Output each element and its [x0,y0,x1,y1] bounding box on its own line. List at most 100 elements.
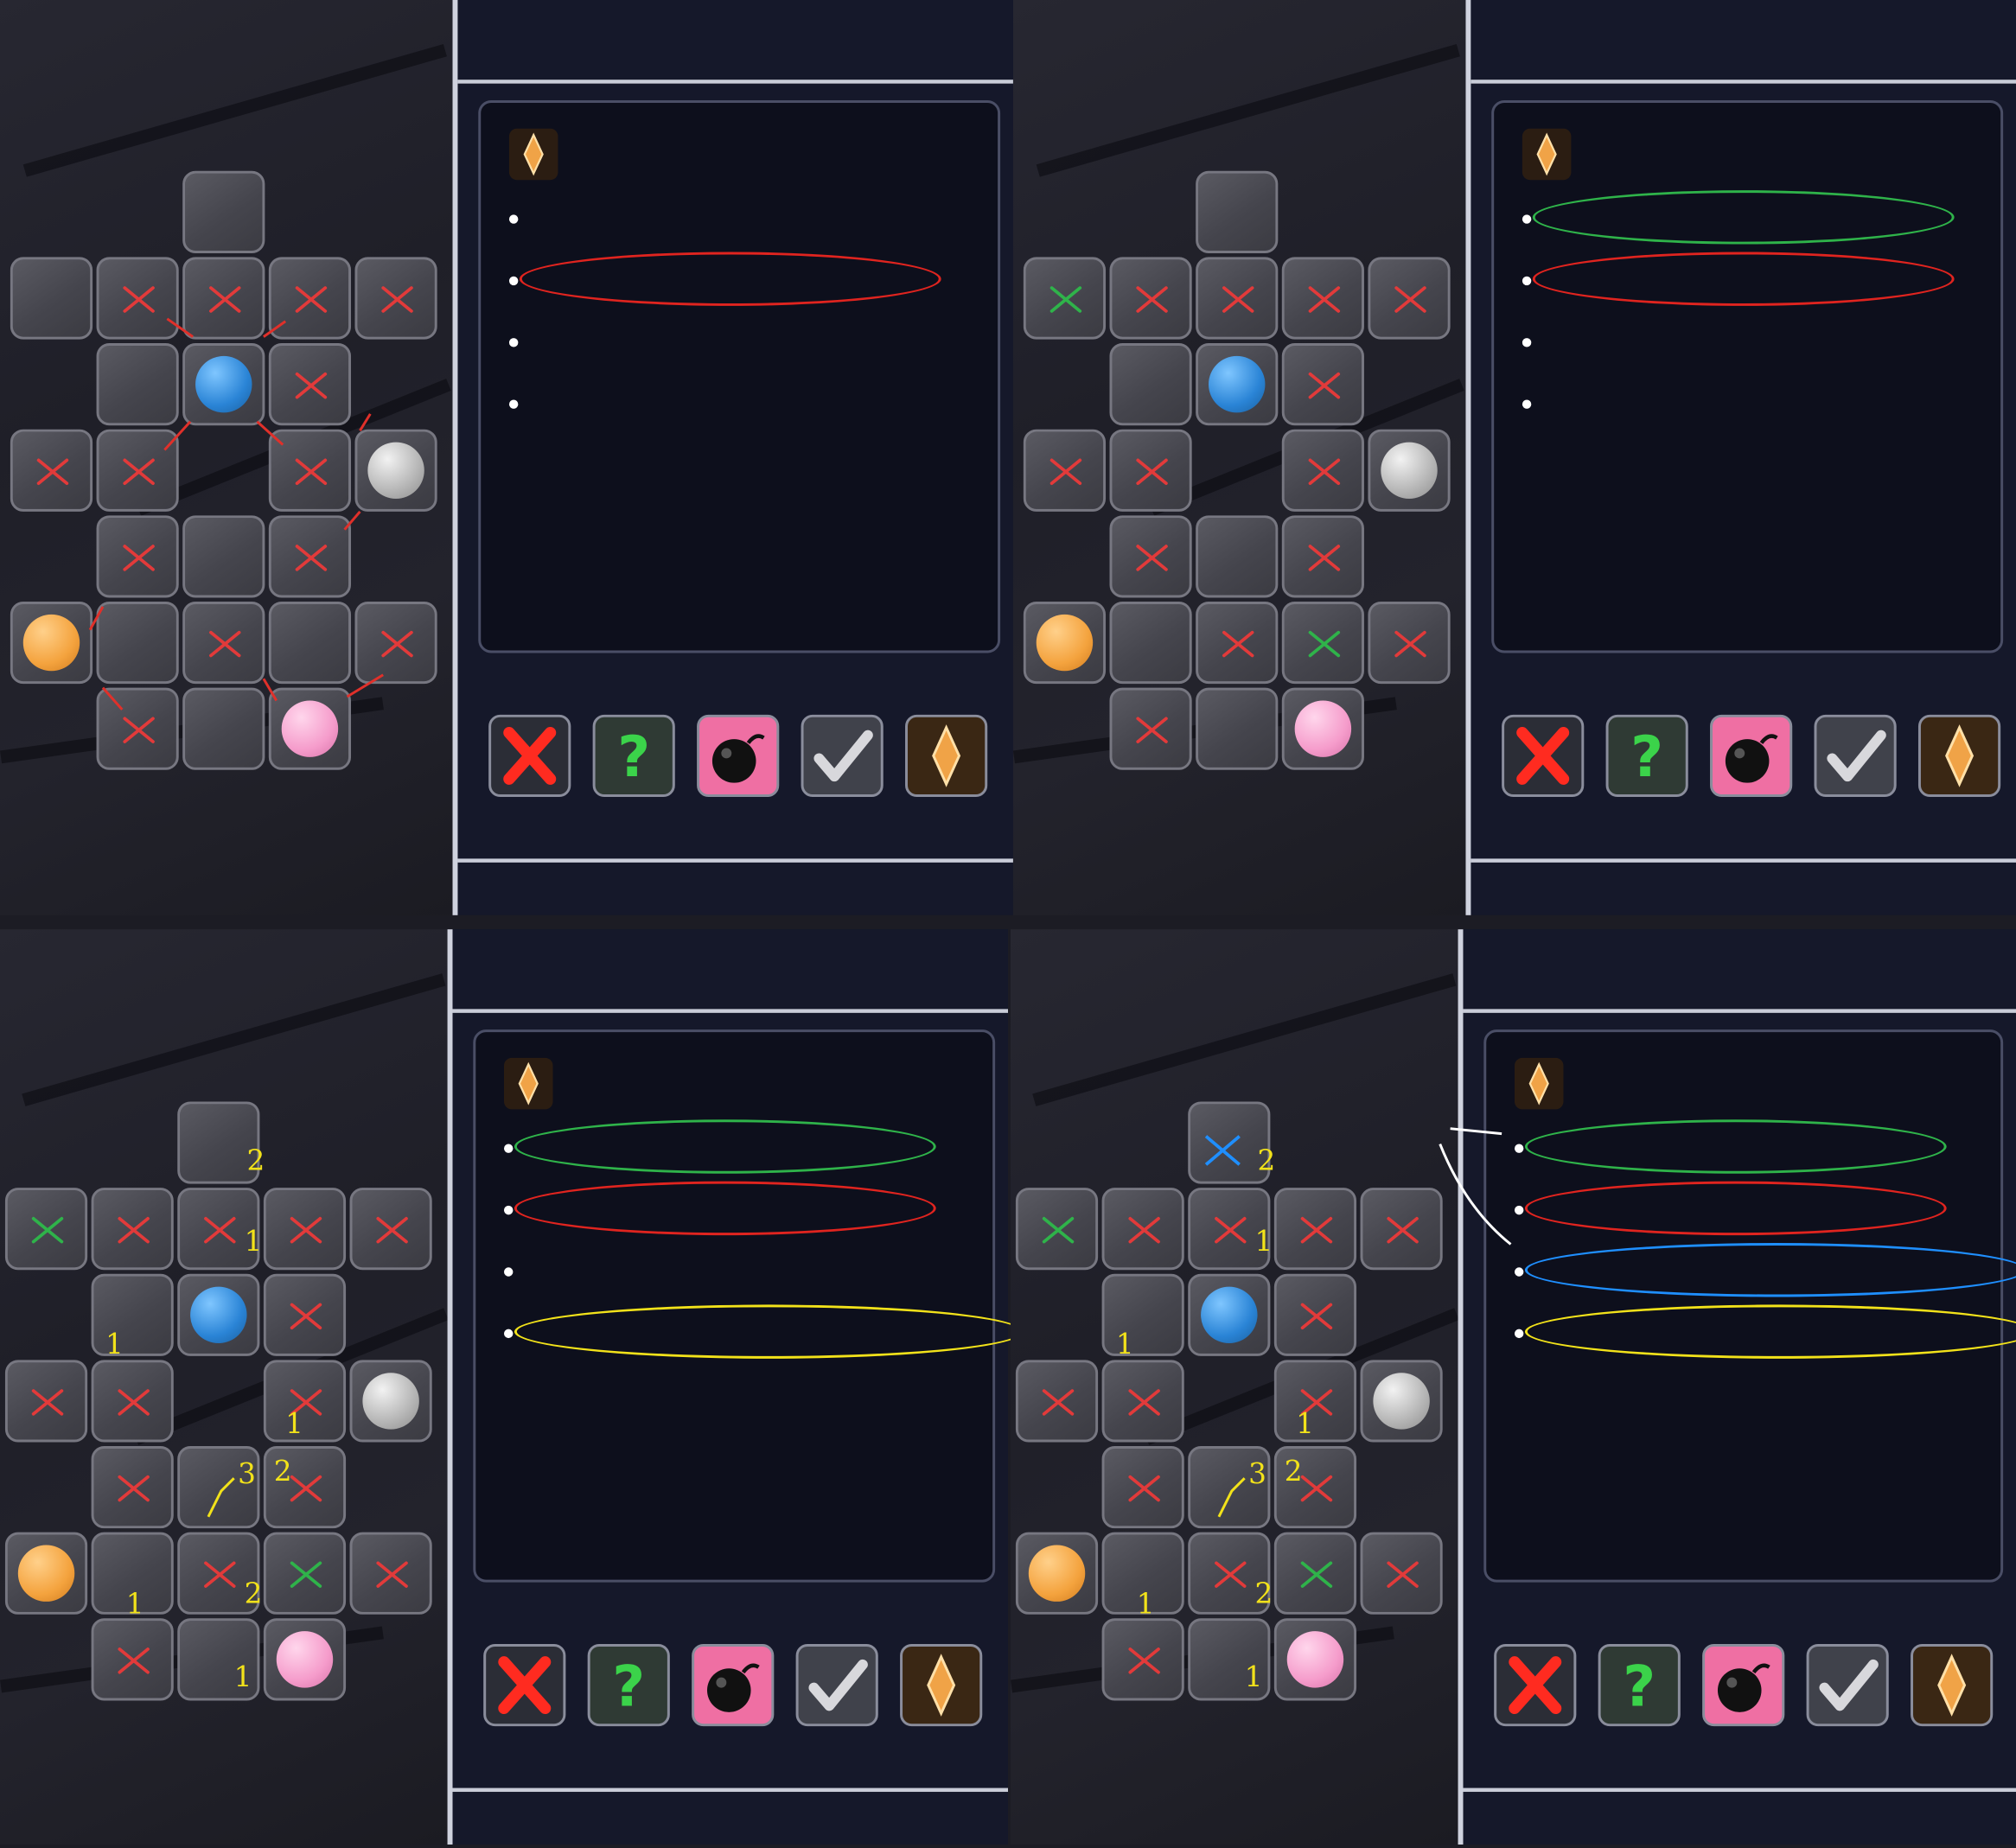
board-cell[interactable] [1101,1273,1184,1356]
board-cell[interactable] [354,601,437,685]
board-cell[interactable] [182,687,265,770]
board-cell[interactable] [96,343,179,426]
board-cell[interactable] [268,257,352,340]
board-cell[interactable] [182,343,265,426]
board-cell[interactable] [1273,1532,1357,1615]
board-cell[interactable] [1023,601,1107,685]
board-cell[interactable] [1360,1188,1443,1271]
board-cell[interactable] [1109,429,1192,512]
board-cell[interactable] [177,1273,260,1356]
board-cell[interactable] [10,601,93,685]
board-cell[interactable] [1023,257,1107,340]
check-tool-icon[interactable] [1814,714,1897,798]
board-cell[interactable] [263,1188,347,1271]
board-cell[interactable] [96,257,179,340]
board-cell[interactable] [1015,1360,1099,1443]
board-cell[interactable] [1196,601,1279,685]
board-cell[interactable] [263,1532,347,1615]
board-cell[interactable] [1109,257,1192,340]
board-cell[interactable] [349,1360,432,1443]
board-cell[interactable] [263,1618,347,1701]
board-cell[interactable] [1188,1273,1271,1356]
crystal-tool-icon[interactable] [1911,1644,1994,1727]
board-cell[interactable] [91,1273,174,1356]
board-cell[interactable] [1101,1188,1184,1271]
board-cell[interactable] [1368,601,1451,685]
question-tool-icon[interactable]: ? [587,1644,670,1727]
board-cell[interactable] [268,429,352,512]
board-cell[interactable] [1368,429,1451,512]
board-cell[interactable] [1281,601,1364,685]
board-cell[interactable] [268,687,352,770]
board-cell[interactable] [1281,687,1364,770]
board-cell[interactable] [1015,1532,1099,1615]
board-cell[interactable] [1023,429,1107,512]
check-tool-icon[interactable] [795,1644,878,1727]
crystal-tool-icon[interactable] [905,714,988,798]
board-cell[interactable] [349,1188,432,1271]
board-cell[interactable] [1273,1273,1357,1356]
board-cell[interactable] [1281,343,1364,426]
question-tool-icon[interactable]: ? [592,714,675,798]
board-cell[interactable] [268,343,352,426]
board-cell[interactable] [1015,1188,1099,1271]
board-cell[interactable] [4,1360,88,1443]
board-cell[interactable] [182,257,265,340]
x-tool-icon[interactable] [1502,714,1585,798]
board-cell[interactable] [91,1188,174,1271]
board-cell[interactable] [1109,601,1192,685]
x-tool-icon[interactable] [488,714,571,798]
board-cell[interactable] [91,1360,174,1443]
board-cell[interactable] [1281,257,1364,340]
board-cell[interactable] [349,1532,432,1615]
board-cell[interactable] [10,429,93,512]
board-cell[interactable] [1101,1618,1184,1701]
board-cell[interactable] [1196,170,1279,253]
board-cell[interactable] [10,257,93,340]
check-tool-icon[interactable] [1806,1644,1889,1727]
check-tool-icon[interactable] [801,714,884,798]
board-cell[interactable] [91,1618,174,1701]
board-cell[interactable] [1368,257,1451,340]
question-tool-icon[interactable]: ? [1605,714,1688,798]
board-cell[interactable] [1281,429,1364,512]
board-cell[interactable] [1109,515,1192,598]
bomb-tool-icon[interactable] [697,714,780,798]
board-cell[interactable] [1196,687,1279,770]
question-tool-icon[interactable]: ? [1598,1644,1681,1727]
board-cell[interactable] [182,170,265,253]
bomb-tool-icon[interactable] [1702,1644,1785,1727]
x-tool-icon[interactable] [483,1644,566,1727]
bomb-tool-icon[interactable] [1710,714,1793,798]
board-cell[interactable] [91,1445,174,1529]
board-cell[interactable] [263,1273,347,1356]
x-tool-icon[interactable] [1494,1644,1577,1727]
board-cell[interactable] [1101,1360,1184,1443]
crystal-tool-icon[interactable] [900,1644,983,1727]
board-cell[interactable] [96,429,179,512]
board-cell[interactable] [354,429,437,512]
board-cell[interactable] [268,601,352,685]
board-cell[interactable] [1196,515,1279,598]
board-cell[interactable] [1360,1532,1443,1615]
board-cell[interactable] [96,601,179,685]
board-cell[interactable] [1109,687,1192,770]
bomb-tool-icon[interactable] [692,1644,775,1727]
board-cell[interactable] [182,601,265,685]
board-cell[interactable] [1360,1360,1443,1443]
board-cell[interactable] [1273,1618,1357,1701]
board-cell[interactable] [4,1532,88,1615]
board-cell[interactable] [1196,257,1279,340]
board-cell[interactable] [1101,1445,1184,1529]
board-cell[interactable] [1281,515,1364,598]
board-cell[interactable] [268,515,352,598]
board-cell[interactable] [263,1360,347,1443]
board-cell[interactable] [182,515,265,598]
board-cell[interactable] [1273,1360,1357,1443]
board-cell[interactable] [1109,343,1192,426]
board-cell[interactable] [1196,343,1279,426]
board-cell[interactable] [4,1188,88,1271]
board-cell[interactable] [1273,1188,1357,1271]
board-cell[interactable] [96,515,179,598]
board-cell[interactable] [354,257,437,340]
